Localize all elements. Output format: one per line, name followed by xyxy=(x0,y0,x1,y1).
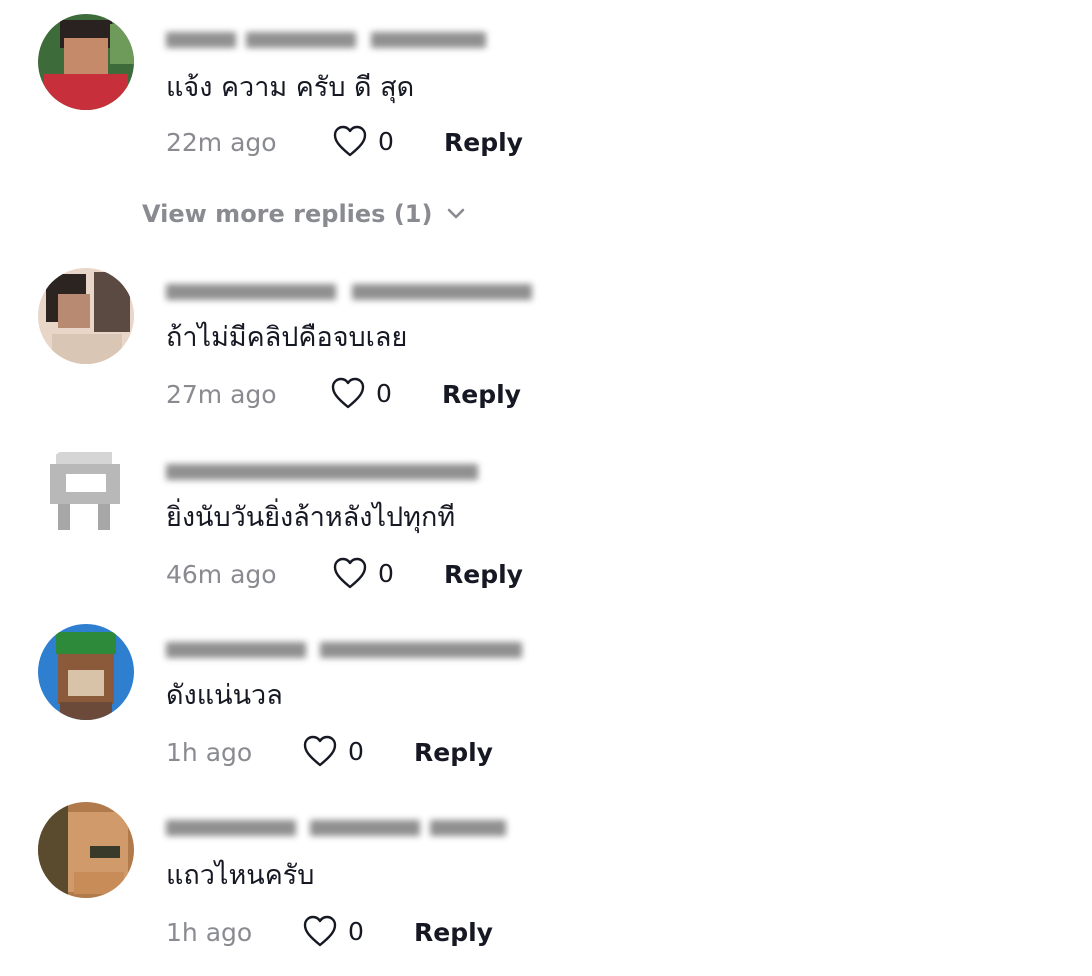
like-button[interactable]: 0 xyxy=(332,124,394,158)
username-blurred[interactable] xyxy=(166,458,478,486)
comment-time: 1h ago xyxy=(166,918,253,947)
comment-meta: 1h ago 0 Reply xyxy=(166,734,566,774)
comment-text: ดังแน่นวล xyxy=(166,680,283,711)
reply-button[interactable]: Reply xyxy=(414,740,493,765)
heart-outline-icon xyxy=(331,377,365,409)
heart-outline-icon xyxy=(333,125,367,157)
heart-outline-icon xyxy=(303,915,337,947)
comment-meta: 22m ago 0 Reply xyxy=(166,124,566,164)
avatar[interactable] xyxy=(38,802,134,898)
reply-button[interactable]: Reply xyxy=(442,382,521,407)
like-count: 0 xyxy=(348,916,364,946)
chevron-down-icon xyxy=(448,208,465,219)
username-blurred[interactable] xyxy=(166,278,532,306)
like-button[interactable]: 0 xyxy=(330,376,392,410)
heart-outline-icon xyxy=(303,735,337,767)
username-blurred[interactable] xyxy=(166,814,506,842)
view-more-label: View more replies (1) xyxy=(142,200,433,228)
username-blurred[interactable] xyxy=(166,26,486,54)
like-button[interactable]: 0 xyxy=(332,556,394,590)
avatar[interactable] xyxy=(38,624,134,720)
comment-meta: 27m ago 0 Reply xyxy=(166,376,566,416)
comment-meta: 1h ago 0 Reply xyxy=(166,914,566,954)
comment-text: ถ้าไม่มีคลิปคือจบเลย xyxy=(166,322,408,353)
like-count: 0 xyxy=(378,558,394,588)
view-more-replies-button[interactable]: View more replies (1) xyxy=(142,200,466,228)
reply-button[interactable]: Reply xyxy=(444,562,523,587)
like-button[interactable]: 0 xyxy=(302,734,364,768)
comment-time: 46m ago xyxy=(166,560,277,589)
comment-time: 1h ago xyxy=(166,738,253,767)
comment-text: แจ้ง ความ ครับ ดี สุด xyxy=(166,72,415,103)
reply-button[interactable]: Reply xyxy=(414,920,493,945)
comment-text: ยิ่งนับวันยิ่งล้าหลังไปทุกที xyxy=(166,502,456,533)
reply-button[interactable]: Reply xyxy=(444,130,523,155)
like-count: 0 xyxy=(376,378,392,408)
like-count: 0 xyxy=(378,126,394,156)
like-button[interactable]: 0 xyxy=(302,914,364,948)
comment-time: 22m ago xyxy=(166,128,277,157)
heart-outline-icon xyxy=(333,557,367,589)
username-blurred[interactable] xyxy=(166,636,522,664)
avatar[interactable] xyxy=(38,268,134,364)
comment-time: 27m ago xyxy=(166,380,277,409)
avatar[interactable] xyxy=(38,444,134,540)
avatar[interactable] xyxy=(38,14,134,110)
comment-text: แถวไหนครับ xyxy=(166,860,315,891)
comment-meta: 46m ago 0 Reply xyxy=(166,556,566,596)
like-count: 0 xyxy=(348,736,364,766)
